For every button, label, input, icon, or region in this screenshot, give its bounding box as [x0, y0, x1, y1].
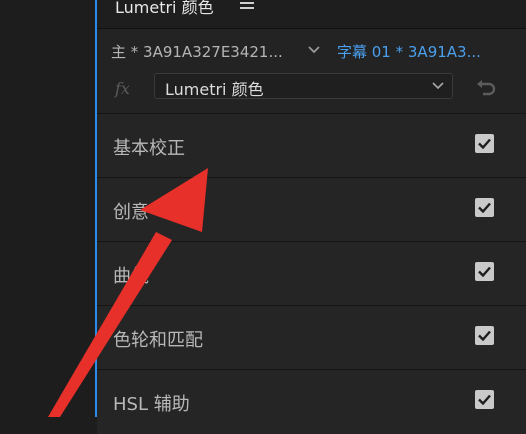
panel-title: Lumetri 颜色: [115, 0, 214, 17]
section-label: 色轮和匹配: [113, 330, 203, 351]
chevron-down-icon[interactable]: [307, 43, 321, 57]
section-enabled-checkbox[interactable]: [475, 390, 494, 409]
section-label: HSL 辅助: [113, 394, 190, 415]
chevron-down-icon: [432, 82, 444, 90]
section-creative[interactable]: 创意: [97, 177, 526, 242]
section-label: 创意: [113, 202, 149, 223]
section-curves[interactable]: 曲线: [97, 241, 526, 306]
master-clip-label[interactable]: 主 * 3A91A327E3421...: [111, 41, 283, 62]
section-basic-correction[interactable]: 基本校正: [97, 113, 526, 178]
left-pane: [0, 0, 95, 417]
reset-icon[interactable]: [474, 77, 496, 99]
section-label: 曲线: [113, 266, 149, 287]
sequence-clip-label[interactable]: 字幕 01 * 3A91A3...: [337, 41, 481, 62]
section-enabled-checkbox[interactable]: [475, 198, 494, 217]
section-enabled-checkbox[interactable]: [475, 134, 494, 153]
panel-header: Lumetri 颜色: [97, 0, 526, 29]
fx-label: fx: [115, 79, 130, 98]
section-color-wheels[interactable]: 色轮和匹配: [97, 305, 526, 370]
section-enabled-checkbox[interactable]: [475, 262, 494, 281]
section-hsl-secondary[interactable]: HSL 辅助: [97, 369, 526, 434]
clip-selector: 主 * 3A91A327E3421... 字幕 01 * 3A91A3...: [97, 37, 526, 69]
effect-select-value: Lumetri 颜色: [165, 80, 264, 99]
hamburger-menu-icon[interactable]: [240, 0, 254, 11]
effect-row: fx Lumetri 颜色: [97, 70, 526, 106]
lumetri-color-panel: Lumetri 颜色 主 * 3A91A327E3421... 字幕 01 * …: [95, 0, 526, 434]
section-enabled-checkbox[interactable]: [475, 326, 494, 345]
effect-select[interactable]: Lumetri 颜色: [154, 73, 453, 99]
section-label: 基本校正: [113, 138, 185, 159]
